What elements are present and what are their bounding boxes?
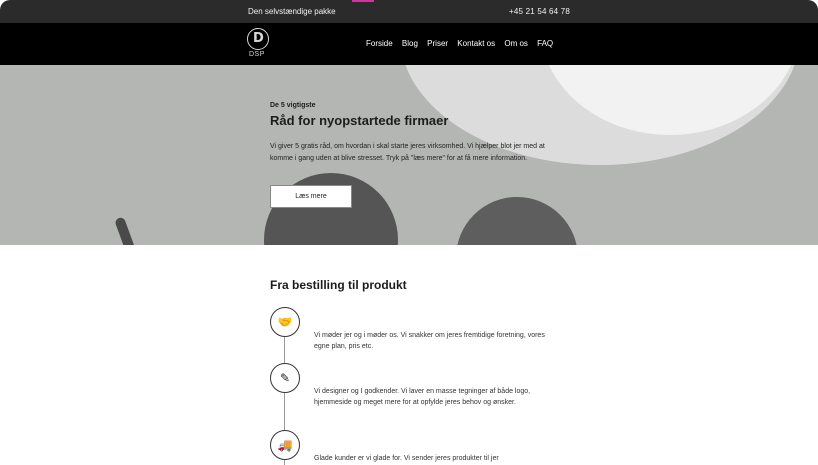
- truck-icon: 🚚: [270, 430, 300, 460]
- main-nav: D DSP Forside Blog Priser Kontakt os Om …: [0, 23, 818, 65]
- step-text: Glade kunder er vi glade for. Vi sender …: [314, 455, 499, 462]
- nav-item-forside[interactable]: Forside: [366, 39, 393, 48]
- step-text: Vi møder jer og i møder os. Vi snakker o…: [314, 332, 545, 350]
- step-text: Vi designer og I godkender. Vi laver en …: [314, 388, 531, 406]
- hero-background-shape: [264, 173, 398, 245]
- read-more-button[interactable]: Læs mere: [270, 185, 352, 208]
- nav-item-blog[interactable]: Blog: [402, 39, 418, 48]
- hero-background-shape: [456, 197, 578, 245]
- top-bar: Den selvstændige pakke +45 21 54 64 78: [0, 0, 818, 23]
- hero-title: Råd for nyopstartede firmaer: [270, 113, 449, 128]
- nav-item-kontakt[interactable]: Kontakt os: [457, 39, 495, 48]
- process-title: Fra bestilling til produkt: [270, 278, 407, 292]
- nav-menu: Forside Blog Priser Kontakt os Om os FAQ: [366, 39, 560, 48]
- hero-kicker: De 5 vigtigste: [270, 102, 316, 109]
- hero-banner: De 5 vigtigste Råd for nyopstartede firm…: [0, 65, 818, 245]
- compass-icon: ✎: [270, 363, 300, 393]
- accent-bar: [352, 0, 374, 2]
- nav-item-om-os[interactable]: Om os: [504, 39, 528, 48]
- nav-item-priser[interactable]: Priser: [427, 39, 448, 48]
- logo-letter: D: [253, 31, 264, 46]
- nav-item-faq[interactable]: FAQ: [537, 39, 553, 48]
- phone-number[interactable]: +45 21 54 64 78: [509, 7, 570, 16]
- hero-body: Vi giver 5 gratis råd, om hvordan i skal…: [270, 143, 545, 162]
- package-link[interactable]: Den selvstændige pakke: [248, 7, 336, 16]
- hero-background-shape: [114, 216, 136, 245]
- logo[interactable]: D DSP: [247, 28, 271, 58]
- handshake-icon: 🤝: [270, 307, 300, 337]
- logo-text: DSP: [249, 51, 265, 58]
